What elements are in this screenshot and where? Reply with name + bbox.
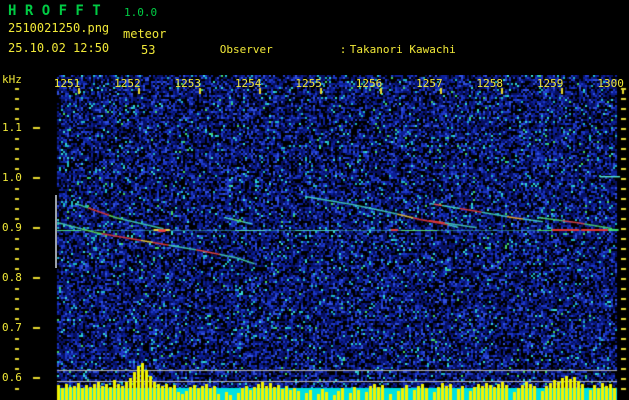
app-title: H R O F F T: [8, 3, 101, 19]
mode-label: meteor: [123, 27, 167, 41]
output-filename: 2510021250.png: [8, 21, 110, 35]
hrofft-output-image: H R O F F T 1.0.0 2510021250.png meteor …: [0, 0, 629, 400]
date-time: 25.10.02 12:50: [8, 41, 110, 55]
spectrogram-canvas: [0, 75, 629, 400]
info-value: Takanori Kawachi: [349, 43, 456, 56]
info-row-observer: Observer: Takanori Kawachi: [180, 30, 588, 69]
info-colon: :: [339, 43, 347, 56]
detection-band-marker: [55, 195, 57, 268]
info-label: Observer: [219, 43, 273, 56]
echo-count: 53: [141, 43, 156, 57]
app-version: 1.0.0: [124, 6, 158, 19]
